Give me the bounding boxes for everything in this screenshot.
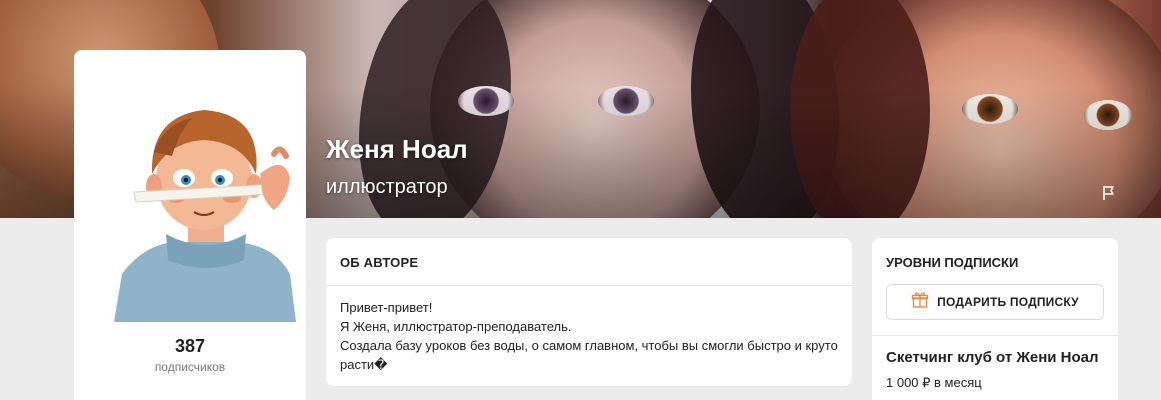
divider — [872, 335, 1118, 336]
levels-title: УРОВНИ ПОДПИСКИ — [886, 255, 1019, 270]
about-card: ОБ АВТОРЕ Привет-привет! Я Женя, иллюстр… — [326, 238, 852, 386]
about-title: ОБ АВТОРЕ — [340, 255, 419, 270]
about-line: Создала базу уроков без воды, о самом гл… — [340, 338, 838, 353]
gift-subscription-button[interactable]: ПОДАРИТЬ ПОДПИСКУ — [886, 284, 1104, 320]
gift-button-label: ПОДАРИТЬ ПОДПИСКУ — [937, 295, 1079, 309]
subscribers-label: подписчиков — [154, 360, 226, 374]
subscription-levels-card: УРОВНИ ПОДПИСКИ ПОДАРИТЬ ПОДПИСКУ Скетчи… — [872, 238, 1118, 400]
divider — [326, 285, 852, 286]
flag-icon[interactable] — [1100, 184, 1118, 202]
gift-icon — [911, 291, 929, 314]
author-role: иллюстратор — [326, 176, 448, 198]
about-line: расти� — [340, 357, 388, 372]
tier-name[interactable]: Скетчинг клуб от Жени Ноал — [886, 349, 1099, 366]
subscribers-count: 387 — [174, 336, 206, 356]
about-text: Привет-привет! Я Женя, иллюстратор-препо… — [340, 298, 845, 374]
author-name: Женя Ноал — [326, 134, 468, 164]
avatar — [114, 94, 296, 322]
profile-card: 387 подписчиков — [74, 50, 306, 400]
about-line: Привет-привет! — [340, 300, 433, 315]
about-line: Я Женя, иллюстратор-преподаватель. — [340, 319, 572, 334]
tier-price: 1 000 ₽ в месяц — [886, 375, 982, 390]
